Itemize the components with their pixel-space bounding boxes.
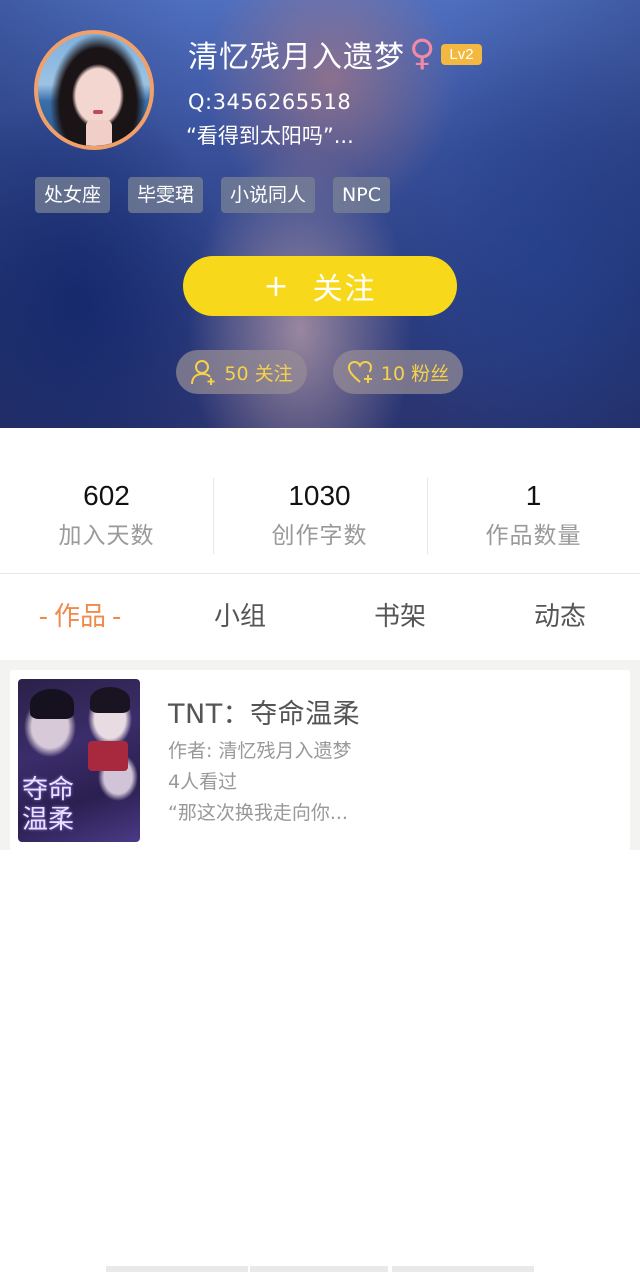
tab-groups[interactable]: 小组: [160, 575, 320, 660]
user-plus-icon: [191, 360, 215, 385]
female-gender-icon: ♀: [409, 33, 436, 74]
cover-figure: [90, 687, 130, 713]
cover-title-art: 夺命 温柔: [22, 775, 75, 835]
fans-count-button[interactable]: 10 粉丝: [333, 350, 463, 394]
stat-value: 602: [83, 480, 130, 511]
tag-item[interactable]: NPC: [333, 177, 390, 213]
stat-value: 1030: [288, 480, 351, 511]
avatar-neck: [86, 120, 112, 146]
tag-list: 处女座 毕雯珺 小说同人 NPC: [35, 177, 390, 213]
signature: “看得到太阳吗”...: [186, 124, 354, 148]
bottom-bar-segment: [392, 1266, 534, 1272]
following-count-button[interactable]: 50 关注: [176, 350, 307, 394]
follow-button[interactable]: + 关注: [183, 256, 457, 316]
work-author: 作者: 清忆残月入遗梦: [168, 740, 352, 762]
bottom-bar-segment: [106, 1266, 248, 1272]
fans-label: 10 粉丝: [380, 362, 450, 385]
tag-item[interactable]: 毕雯珺: [128, 177, 204, 213]
avatar-lips: [93, 110, 103, 114]
stat-value: 1: [525, 480, 542, 511]
work-card[interactable]: 夺命 温柔 TNT：夺命温柔 作者: 清忆残月入遗梦 4人看过 “那这次换我走向你…: [10, 670, 630, 850]
tab-bar: - 作品 - 小组 书架 动态: [0, 575, 640, 660]
tab-activity[interactable]: 动态: [480, 575, 640, 660]
stat-works-count: 1 作品数量: [427, 480, 640, 550]
avatar[interactable]: [34, 30, 154, 150]
work-title[interactable]: TNT：夺命温柔: [168, 692, 360, 731]
level-badge: Lv2: [441, 43, 482, 65]
work-snippet: “那这次换我走向你...: [168, 802, 348, 824]
tab-bookshelf-label: 书架: [373, 602, 426, 632]
work-views: 4人看过: [168, 771, 238, 793]
tab-activity-label: 动态: [533, 602, 586, 632]
tab-groups-label: 小组: [213, 602, 266, 632]
active-indicator: -: [112, 602, 122, 632]
stat-label: 作品数量: [485, 523, 582, 549]
work-cover-image[interactable]: 夺命 温柔: [18, 679, 140, 842]
stat-label: 加入天数: [58, 523, 155, 549]
bottom-bar-segment: [250, 1266, 388, 1272]
plus-icon: +: [263, 268, 291, 304]
tab-bookshelf[interactable]: 书架: [320, 575, 480, 660]
tag-item[interactable]: 处女座: [35, 177, 111, 213]
heart-plus-icon: [347, 360, 372, 383]
cover-figure: [88, 741, 128, 771]
stat-divider: [213, 478, 214, 554]
stat-divider: [427, 478, 428, 554]
stat-word-count: 1030 创作字数: [213, 480, 426, 550]
username: 清忆残月入遗梦: [188, 40, 405, 75]
stat-label: 创作字数: [271, 523, 368, 549]
qq-number: Q:3456265518: [188, 90, 352, 114]
tab-works-label: 作品: [53, 602, 106, 632]
stat-join-days: 602 加入天数: [0, 480, 213, 550]
follow-button-label: 关注: [312, 272, 377, 307]
works-list: 夺命 温柔 TNT：夺命温柔 作者: 清忆残月入遗梦 4人看过 “那这次换我走向你…: [0, 660, 640, 850]
cover-figure: [30, 689, 74, 719]
following-label: 50 关注: [224, 362, 293, 385]
active-indicator: -: [38, 602, 48, 632]
tab-works[interactable]: - 作品 -: [0, 575, 160, 660]
name-row: 清忆残月入遗梦 ♀ Lv2: [188, 32, 482, 76]
tag-item[interactable]: 小说同人: [221, 177, 316, 213]
stats-panel: 602 加入天数 1030 创作字数 1 作品数量: [0, 428, 640, 574]
